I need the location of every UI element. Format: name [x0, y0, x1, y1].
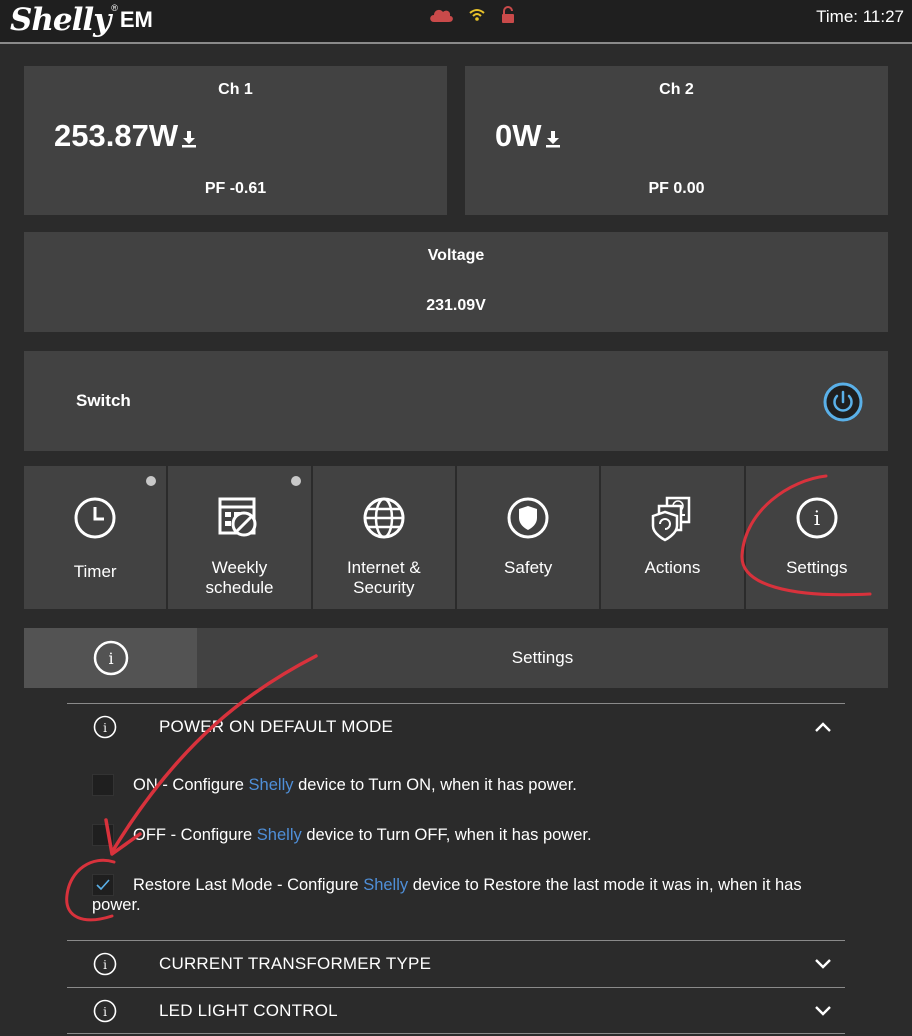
svg-text:i: i [103, 721, 107, 735]
tile-settings[interactable]: i Settings [745, 466, 888, 609]
calendar-icon [218, 497, 257, 537]
section-led-light-control[interactable]: i LED LIGHT CONTROL [67, 994, 845, 1028]
brand-link: Shelly [256, 826, 302, 844]
chevron-down-icon [815, 959, 831, 969]
channel-2-power: 0W [495, 118, 561, 154]
svg-text:i: i [108, 649, 113, 668]
settings-title: Settings [511, 648, 574, 667]
section-power-on-default-mode[interactable]: i POWER ON DEFAULT MODE [67, 710, 845, 744]
svg-text:i: i [103, 958, 107, 972]
tile-indicator-dot [146, 476, 157, 486]
globe-icon [363, 497, 405, 539]
channel-1-power: 253.87W [54, 118, 197, 154]
switch-label: Switch [76, 391, 131, 410]
tile-safety[interactable]: Safety [456, 466, 600, 609]
tile-label: Internet & Security [313, 558, 455, 598]
feature-tiles: Timer Weekly schedule Internet & Securit… [24, 466, 888, 609]
section-title: POWER ON DEFAULT MODE [159, 717, 394, 736]
channel-1-panel: Ch 1 253.87W PF -0.61 [24, 66, 447, 215]
shelly-logo: Shelly ® EM [10, 0, 153, 40]
switch-panel: Switch [24, 351, 888, 451]
tile-label: Timer [73, 562, 117, 581]
chevron-up-icon [815, 722, 831, 732]
power-toggle-button[interactable] [822, 381, 864, 423]
option-restore-text: Restore Last Mode - Configure Shelly dev… [92, 875, 822, 915]
checkbox-off[interactable] [92, 824, 114, 846]
svg-text:i: i [814, 506, 820, 530]
actions-icon [652, 496, 691, 542]
option-text-prefix: OFF - Configure [133, 826, 257, 844]
tile-internet-security[interactable]: Internet & Security [312, 466, 455, 609]
section-current-transformer-type[interactable]: i CURRENT TRANSFORMER TYPE [67, 947, 845, 981]
info-icon: i [796, 497, 838, 539]
channel-2-pf: PF 0.00 [648, 180, 705, 197]
tile-label-line-1: Weekly [211, 558, 268, 577]
option-off-text: OFF - Configure Shelly device to Turn OF… [133, 825, 863, 845]
cloud-icon [428, 6, 454, 29]
tile-label-line-2: schedule [205, 578, 274, 597]
tile-label: Safety [504, 558, 553, 577]
settings-header: i Settings [24, 628, 888, 688]
info-icon: i [93, 952, 117, 976]
settings-tab-icon-cell[interactable]: i [24, 628, 197, 688]
info-icon: i [93, 999, 117, 1023]
tile-label: Settings [786, 558, 848, 577]
top-bar: Shelly ® EM Time: 11:27 [0, 0, 912, 44]
voltage-value: 231.09V [426, 297, 486, 314]
checkbox-on[interactable] [92, 774, 114, 796]
channel-2-power-value: 0W [495, 118, 542, 153]
channel-1-pf: PF -0.61 [204, 180, 267, 197]
channel-2-panel: Ch 2 0W PF 0.00 [465, 66, 888, 215]
download-arrow-icon [182, 131, 197, 148]
channel-1-title: Ch 1 [218, 81, 253, 98]
option-text-suffix: device to Turn ON, when it has power. [293, 776, 577, 794]
logo-registered-mark: ® [111, 3, 118, 13]
section-title: LED LIGHT CONTROL [159, 1001, 338, 1020]
divider [67, 940, 845, 941]
divider [67, 987, 845, 988]
logo-script: Shelly [10, 2, 111, 38]
channel-2-title: Ch 2 [659, 81, 694, 98]
voltage-title: Voltage [427, 247, 485, 264]
info-icon: i [93, 640, 129, 676]
info-icon: i [93, 715, 117, 739]
tile-label-line-1: Internet & [346, 558, 421, 577]
download-arrow-icon [545, 131, 560, 148]
tile-actions[interactable]: Actions [601, 466, 744, 609]
unlock-icon [500, 6, 516, 29]
wifi-icon [468, 7, 486, 28]
svg-text:i: i [103, 1005, 107, 1019]
divider [67, 1033, 845, 1034]
status-icons [428, 6, 516, 29]
tile-indicator-dot [290, 476, 301, 486]
tile-weekly-schedule[interactable]: Weekly schedule [168, 466, 311, 609]
chevron-down-icon [815, 1006, 831, 1016]
shield-icon [507, 497, 549, 539]
brand-link: Shelly [363, 876, 409, 894]
voltage-panel: Voltage 231.09V [24, 232, 888, 332]
option-text-suffix: device to Turn OFF, when it has power. [301, 826, 592, 844]
clock-icon [74, 497, 116, 539]
tile-label-line-2: Security [353, 578, 415, 597]
tile-timer[interactable]: Timer [24, 466, 167, 609]
divider [67, 703, 845, 704]
tile-label: Weekly schedule [168, 558, 310, 598]
tile-label: Actions [644, 558, 701, 577]
time-display: Time: 11:27 [816, 7, 904, 26]
option-on-text: ON - Configure Shelly device to Turn ON,… [133, 775, 863, 795]
logo-model: EM [119, 7, 153, 32]
section-title: CURRENT TRANSFORMER TYPE [159, 954, 432, 973]
channel-1-power-value: 253.87W [54, 118, 179, 153]
brand-link: Shelly [248, 776, 294, 794]
option-text-prefix: ON - Configure [133, 776, 249, 794]
option-text-prefix: Restore Last Mode - Configure [133, 876, 364, 894]
power-icon [823, 382, 863, 422]
